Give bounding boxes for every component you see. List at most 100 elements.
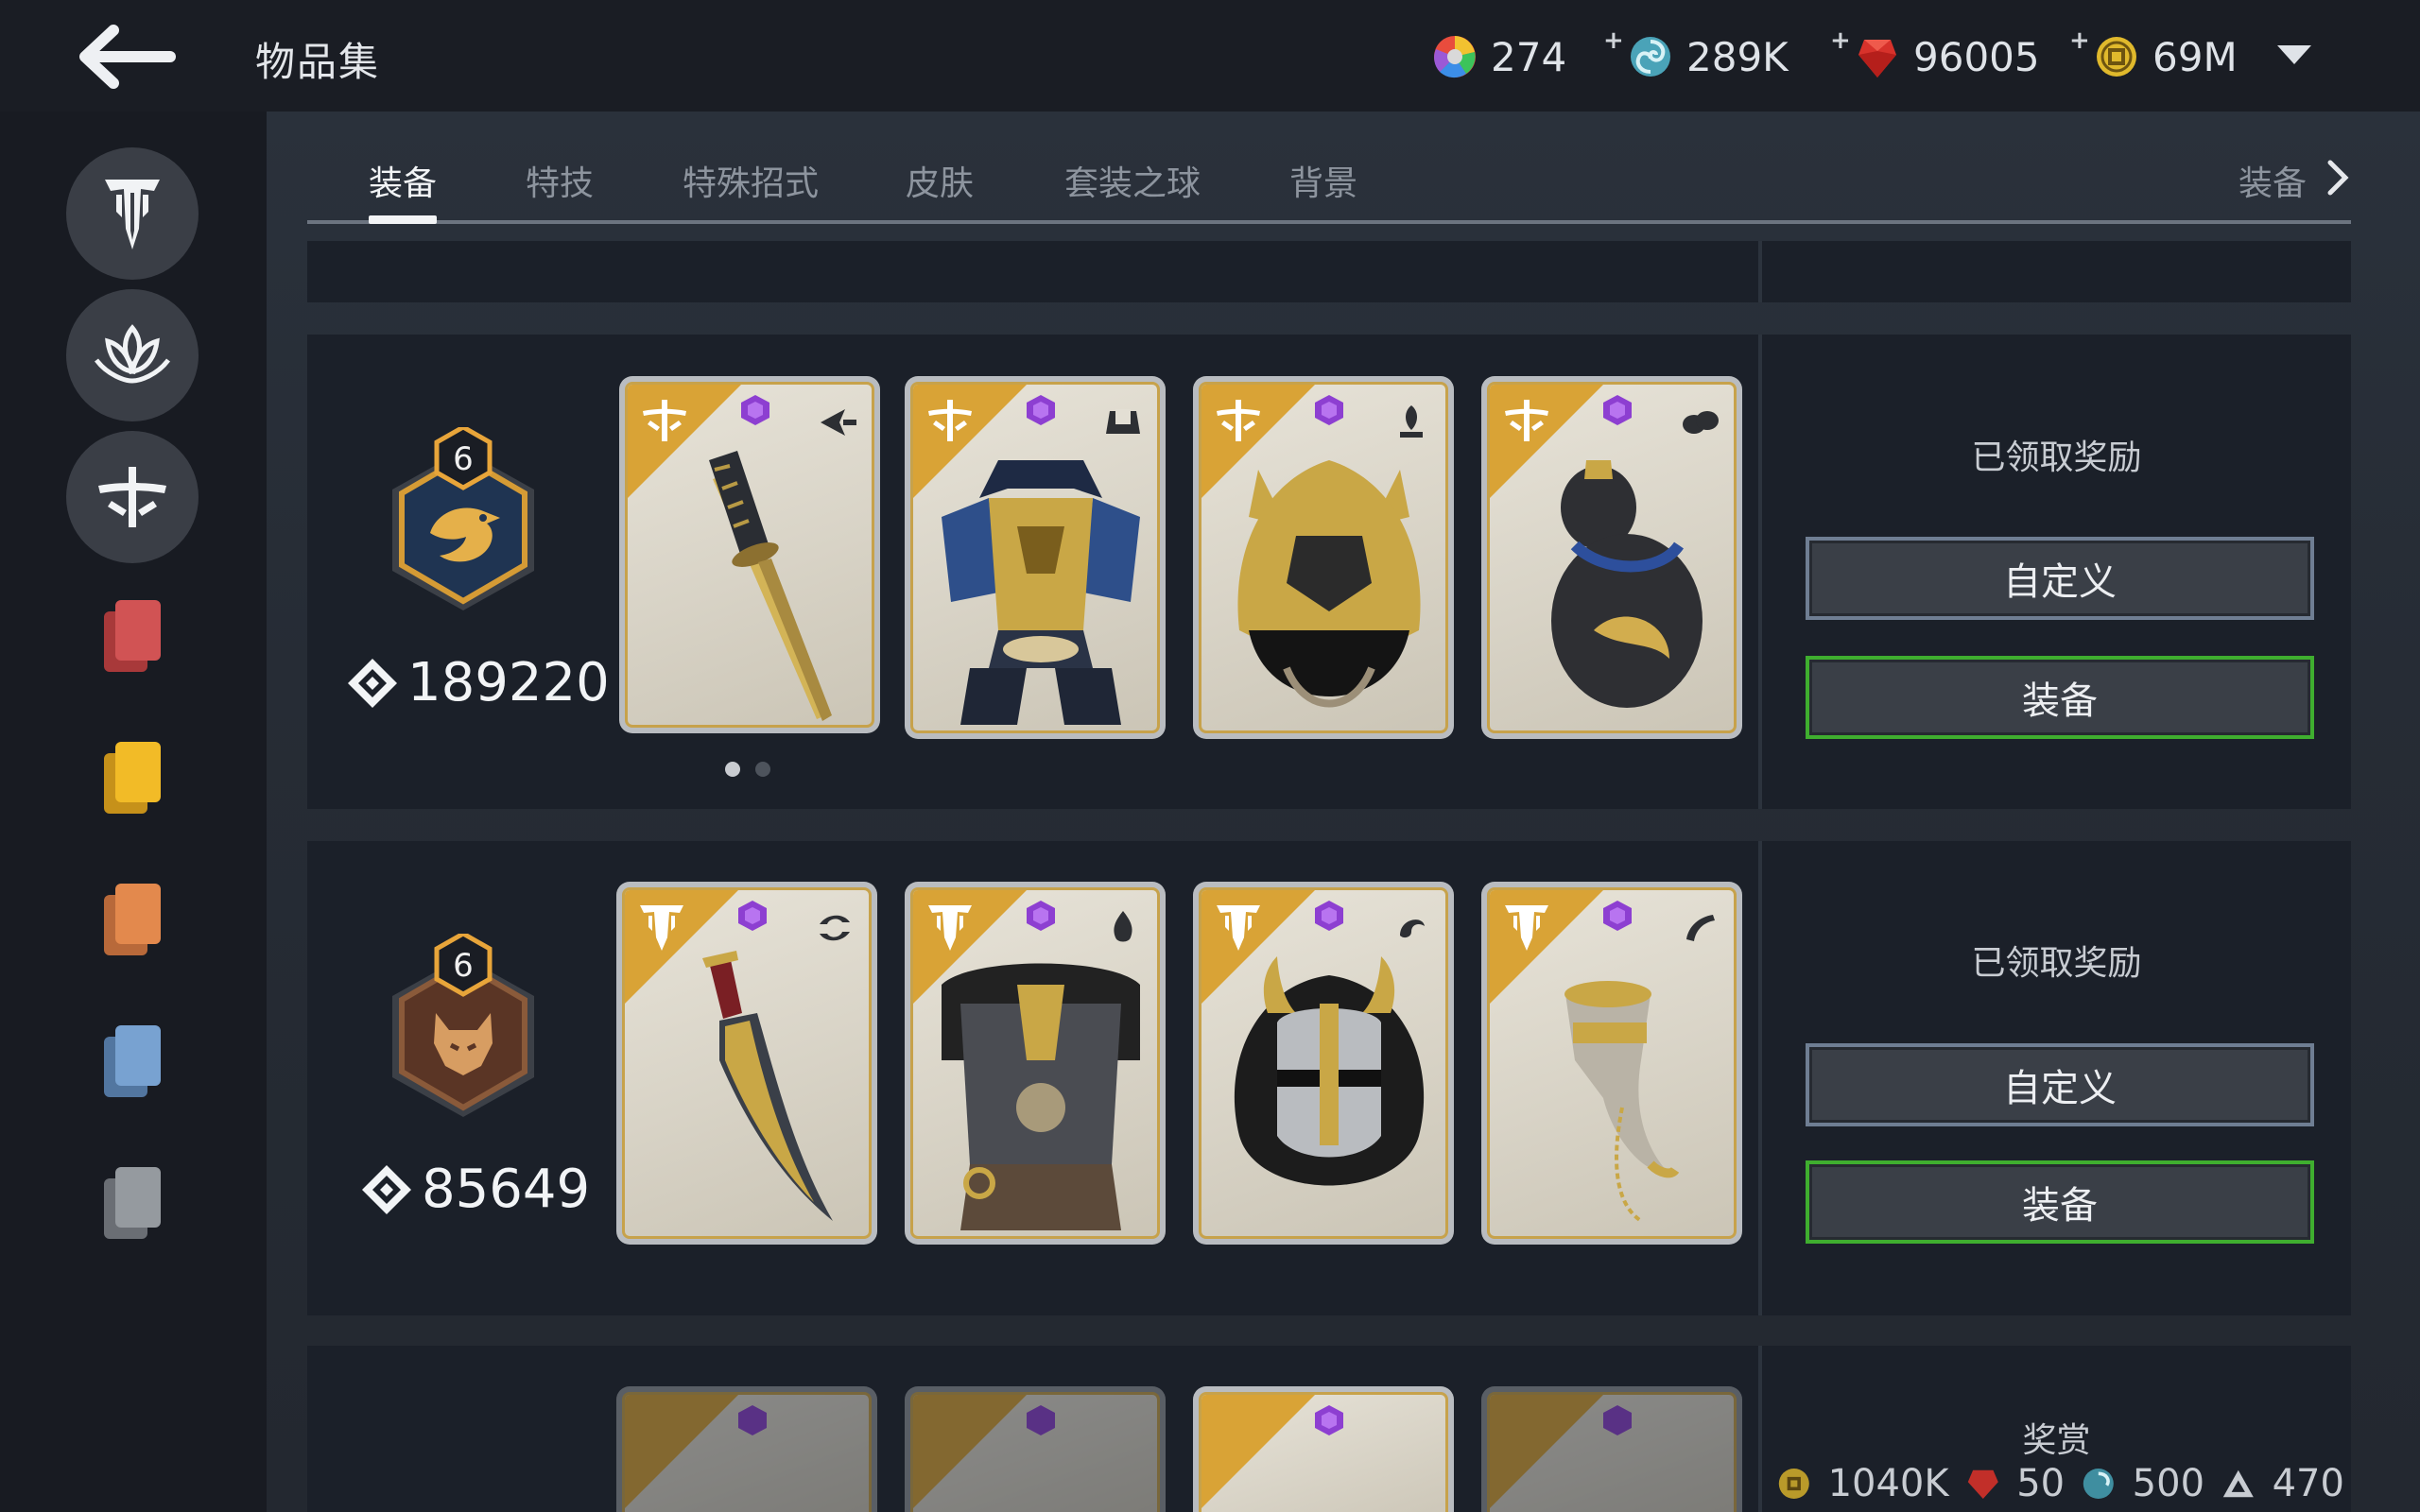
currency-value: 69M: [2152, 33, 2238, 80]
tab-feats[interactable]: 特技: [526, 156, 594, 205]
currency-gold[interactable]: + 69M: [2069, 26, 2238, 85]
chest-slot-icon: [1106, 409, 1140, 434]
reward-title: 奖赏: [2022, 1421, 2091, 1460]
card-stack-blue-icon: [104, 1025, 161, 1097]
knight-faction-icon: [105, 180, 160, 249]
card-corner: [1490, 1395, 1603, 1508]
customize-button[interactable]: 自定义: [1806, 1043, 2314, 1126]
page-dot-1[interactable]: [725, 762, 740, 777]
chevron-right-icon: [2327, 160, 2349, 196]
gear-card-locked[interactable]: [616, 1386, 877, 1512]
card-stack-red-icon: [104, 600, 161, 672]
gear-card-kabuto[interactable]: [1193, 376, 1454, 739]
plus-icon[interactable]: +: [1603, 26, 1624, 55]
currency-steel[interactable]: + 289K: [1603, 26, 1789, 85]
knight-faction-icon: [1217, 905, 1260, 951]
sidebar-rarity-red[interactable]: [102, 598, 163, 674]
card-stack-orange-icon: [104, 884, 161, 955]
customize-button[interactable]: 自定义: [1806, 537, 2314, 620]
row-divider: [1758, 841, 1762, 1315]
helm-slot-icon: [1400, 405, 1423, 438]
collection-row-partial-top: [307, 241, 2351, 302]
sidebar-samurai-faction[interactable]: [66, 431, 199, 563]
samurai-faction-icon: [928, 400, 972, 441]
card-page-dots: [725, 762, 770, 777]
epic-rarity-icon: [1027, 1405, 1055, 1435]
reward-value: 500: [2132, 1462, 2205, 1505]
chest-slot-icon: [1114, 911, 1132, 942]
samurai-faction-icon: [643, 400, 686, 441]
triangle-shard-icon: [2222, 1469, 2254, 1498]
equip-button[interactable]: 装备: [1806, 656, 2314, 739]
knight-faction-icon: [928, 905, 972, 951]
ruby-icon: [1967, 1469, 1998, 1500]
reward-value: 1040K: [1827, 1462, 1949, 1505]
sidebar-rarity-blue[interactable]: [102, 1023, 163, 1099]
epic-rarity-icon: [738, 901, 767, 931]
gear-card-horn[interactable]: [1481, 882, 1742, 1245]
tab-set-orbs[interactable]: 套装之球: [1064, 156, 1201, 205]
epic-rarity-icon: [741, 395, 769, 425]
currency-rainbow-orb[interactable]: 274: [1432, 28, 1566, 85]
tab-special-moves[interactable]: 特殊招式: [683, 156, 819, 205]
steel-icon: [2083, 1468, 2114, 1500]
back-button[interactable]: [76, 23, 180, 91]
sidebar-rarity-orange[interactable]: [102, 882, 163, 957]
gear-score-icon: [362, 1164, 411, 1214]
sidebar-wu-lin-faction[interactable]: [66, 289, 199, 421]
gear-score-icon: [348, 658, 397, 708]
knight-faction-icon: [1505, 905, 1548, 951]
currency-value: 96005: [1913, 33, 2040, 80]
card-corner: [913, 1395, 1027, 1508]
currency-value: 274: [1491, 33, 1567, 80]
ruby-icon: +: [1830, 26, 1900, 79]
tab-backgrounds[interactable]: 背景: [1289, 156, 1357, 205]
weapon-slot-icon: [821, 409, 856, 436]
fur-armor-art: [942, 963, 1140, 1230]
steel-icon: +: [1603, 26, 1673, 79]
reward-list: 1040K 50 500 470: [1777, 1460, 2344, 1507]
plus-icon[interactable]: +: [1830, 26, 1851, 55]
faction-sidebar: [0, 112, 267, 1512]
tab-scroll-label[interactable]: 装备: [2238, 156, 2307, 205]
score-value: 85649: [422, 1159, 591, 1220]
samurai-faction-icon: [1217, 400, 1260, 441]
gear-card-dagger[interactable]: [616, 882, 877, 1245]
gear-card-horned-helm[interactable]: [1193, 882, 1454, 1245]
gear-card-locked[interactable]: [1481, 1386, 1742, 1512]
sidebar-knight-faction[interactable]: [66, 147, 199, 280]
gear-card-armor[interactable]: [905, 376, 1166, 739]
page-dot-2[interactable]: [755, 762, 770, 777]
tab-scroll-right-button[interactable]: [2325, 159, 2350, 197]
sidebar-rarity-grey[interactable]: [102, 1165, 163, 1241]
gear-card-locked[interactable]: [905, 1386, 1166, 1512]
equip-button[interactable]: 装备: [1806, 1160, 2314, 1244]
gear-card-katana[interactable]: [619, 376, 880, 733]
set-score: 85649: [359, 1159, 590, 1220]
katana-art: [709, 451, 832, 721]
card-stack-yellow-icon: [104, 742, 161, 814]
card-stack-grey-icon: [104, 1167, 161, 1239]
gold-coin-icon: [1778, 1468, 1809, 1500]
reward-value: 50: [2016, 1462, 2066, 1505]
epic-rarity-icon: [1603, 901, 1632, 931]
gear-card-gourd[interactable]: [1481, 376, 1742, 739]
epic-rarity-icon: [738, 1405, 767, 1435]
helm-slot-icon: [1400, 919, 1425, 938]
sidebar-rarity-yellow[interactable]: [102, 740, 163, 816]
samurai-armor-art: [942, 460, 1140, 725]
gear-card-unlocked[interactable]: [1193, 1386, 1454, 1512]
epic-rarity-icon: [1603, 395, 1632, 425]
tab-equipment[interactable]: 装备: [369, 156, 437, 205]
wu-lin-faction-icon: [95, 324, 170, 384]
tab-active-indicator: [369, 215, 437, 224]
page-title: 物品集: [255, 39, 381, 85]
top-bar: 物品集 274 + 289K + 96005 + 69M: [0, 0, 2420, 112]
plus-icon[interactable]: +: [2069, 26, 2090, 55]
currency-dropdown-button[interactable]: [2273, 38, 2315, 72]
set-level: 6: [453, 947, 474, 985]
row-divider: [1758, 241, 1762, 302]
currency-ruby[interactable]: + 96005: [1830, 26, 2040, 85]
tab-skins[interactable]: 皮肤: [906, 156, 974, 205]
gear-card-fur-armor[interactable]: [905, 882, 1166, 1245]
